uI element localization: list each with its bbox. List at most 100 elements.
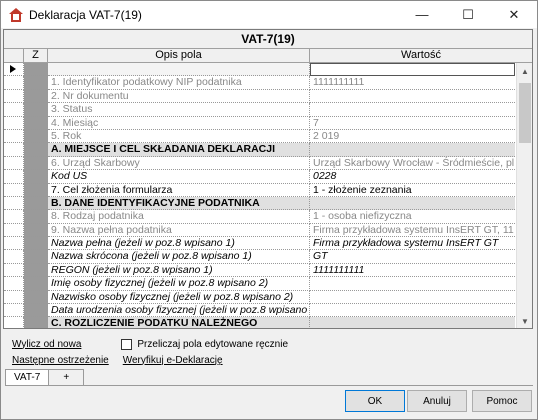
declaration-grid: VAT-7(19) Z Opis pola Wartość 1. Identyf… [3, 29, 533, 329]
table-row[interactable]: Kod US 0228 [4, 170, 515, 184]
description-cell [48, 63, 310, 77]
table-row[interactable]: REGON (jeżeli w poz.8 wpisano 1) 1111111… [4, 263, 515, 278]
z-column-header[interactable]: Z [24, 49, 48, 63]
z-cell [24, 317, 48, 328]
section-row[interactable]: C. ROZLICZENIE PODATKU NALEŻNEGO [4, 317, 515, 328]
close-button[interactable]: ✕ [491, 1, 537, 28]
table-row[interactable]: 4. Miesiąc 7 [4, 116, 515, 130]
description-cell: Imię osoby fizycznej (jeżeli w poz.8 wpi… [48, 277, 310, 291]
section-title: B. DANE IDENTYFIKACYJNE PODATNIKA [48, 196, 310, 211]
title-bar: Deklaracja VAT-7(19) — ☐ ✕ [1, 1, 537, 28]
section-row[interactable]: B. DANE IDENTYFIKACYJNE PODATNIKA [4, 196, 515, 211]
description-cell: 5. Rok [48, 129, 310, 144]
add-tab-button[interactable]: + [48, 369, 85, 385]
row-indicator [4, 183, 24, 197]
section-row[interactable]: A. MIEJSCE I CEL SKŁADANIA DEKLARACJI [4, 143, 515, 157]
value-cell[interactable] [310, 63, 515, 77]
next-warning-link[interactable]: Następne ostrzeżenie [12, 355, 109, 366]
z-cell [24, 89, 48, 104]
dialog-content: VAT-7(19) Z Opis pola Wartość 1. Identyf… [3, 29, 535, 415]
description-cell: Nazwisko osoby fizycznej (jeżeli w poz.8… [48, 290, 310, 305]
table-row[interactable]: Nazwa pełna (jeżeli w poz.8 wpisano 1) F… [4, 237, 515, 251]
table-row[interactable]: 3. Status [4, 103, 515, 117]
vertical-scrollbar[interactable]: ▲ ▼ [516, 63, 532, 328]
table-row[interactable]: 1. Identyfikator podatkowy NIP podatnika… [4, 76, 515, 90]
value-cell[interactable]: 1 - złożenie zeznania [310, 184, 515, 197]
table-row[interactable]: 6. Urząd Skarbowy Urząd Skarbowy Wrocław… [4, 156, 515, 171]
row-indicator [4, 210, 24, 224]
dialog-window: Deklaracja VAT-7(19) — ☐ ✕ VAT-7(19) Z O… [0, 0, 538, 420]
value-cell[interactable]: 0228 [310, 170, 515, 184]
row-indicator [4, 116, 24, 130]
value-cell[interactable]: Firma przykładowa systemu InsERT GT, 11 [310, 224, 515, 238]
scroll-up-arrow-icon[interactable]: ▲ [517, 63, 532, 79]
description-cell: 4. Miesiąc [48, 116, 310, 130]
row-indicator [4, 63, 24, 77]
table-row[interactable]: 2. Nr dokumentu [4, 89, 515, 104]
links-row-2: Następne ostrzeżenie Weryfikuj e-Deklara… [12, 353, 532, 367]
value-cell[interactable]: 7 [310, 117, 515, 130]
table-row[interactable]: 5. Rok 2 019 [4, 129, 515, 144]
current-row-arrow-icon [10, 65, 16, 73]
z-cell [24, 210, 48, 224]
table-row[interactable]: 8. Rodzaj podatnika 1 - osoba niefizyczn… [4, 210, 515, 224]
row-indicator [4, 143, 24, 157]
section-title: C. ROZLICZENIE PODATKU NALEŻNEGO [48, 317, 310, 328]
row-indicator [4, 250, 24, 264]
z-cell [24, 156, 48, 171]
table-row[interactable]: 7. Cel złożenia formularza 1 - złożenie … [4, 183, 515, 197]
z-cell [24, 223, 48, 238]
recalc-edited-checkbox[interactable] [121, 338, 133, 350]
value-cell[interactable] [310, 103, 515, 117]
row-indicator [4, 237, 24, 251]
table-row[interactable]: Nazwa skrócona (jeżeli w poz.8 wpisano 1… [4, 250, 515, 264]
minimize-button[interactable]: — [399, 1, 445, 28]
tab-vat7[interactable]: VAT-7 [5, 369, 50, 385]
table-row[interactable]: Imię osoby fizycznej (jeżeli w poz.8 wpi… [4, 277, 515, 291]
z-cell [24, 116, 48, 130]
recalculate-link[interactable]: Wylicz od nowa [12, 339, 81, 350]
row-indicator [4, 76, 24, 90]
description-cell: 7. Cel złożenia formularza [48, 183, 310, 197]
value-cell[interactable]: 1 - osoba niefizyczna [310, 210, 515, 224]
table-row[interactable]: 9. Nazwa pełna podatnika Firma przykłado… [4, 223, 515, 238]
cancel-button[interactable]: Anuluj [407, 390, 467, 412]
description-cell: 3. Status [48, 103, 310, 117]
value-cell[interactable]: 1111111111 [310, 264, 515, 278]
tab-divider [5, 385, 533, 386]
row-indicator [4, 170, 24, 184]
value-cell[interactable]: Firma przykładowa systemu InsERT GT [310, 237, 515, 251]
value-cell[interactable] [310, 277, 515, 291]
table-row[interactable] [4, 63, 515, 77]
value-cell[interactable] [310, 291, 515, 305]
table-row[interactable]: Nazwisko osoby fizycznej (jeżeli w poz.8… [4, 290, 515, 305]
window-title: Deklaracja VAT-7(19) [29, 7, 142, 22]
verify-edeclaration-link[interactable]: Weryfikuj e-Deklarację [123, 355, 223, 366]
row-indicator [4, 290, 24, 305]
scrollbar-thumb[interactable] [519, 83, 531, 143]
help-button[interactable]: Pomoc [472, 390, 532, 412]
value-cell[interactable]: 2 019 [310, 130, 515, 144]
ok-button[interactable]: OK [345, 390, 405, 412]
z-cell [24, 237, 48, 251]
z-cell [24, 129, 48, 144]
table-row[interactable]: Data urodzenia osoby fizycznej (jeżeli w… [4, 304, 515, 318]
grid-rows: 1. Identyfikator podatkowy NIP podatnika… [4, 63, 515, 328]
row-indicator [4, 263, 24, 278]
description-column-header[interactable]: Opis pola [48, 49, 310, 63]
z-cell [24, 304, 48, 318]
z-cell [24, 250, 48, 264]
value-cell[interactable] [310, 90, 515, 104]
maximize-button[interactable]: ☐ [445, 1, 491, 28]
value-cell[interactable] [310, 304, 515, 318]
value-column-header[interactable]: Wartość [310, 49, 532, 63]
row-indicator [4, 129, 24, 144]
value-cell[interactable]: Urząd Skarbowy Wrocław - Śródmieście, pl [310, 157, 515, 171]
recalc-edited-label[interactable]: Przeliczaj pola edytowane ręcznie [137, 339, 288, 350]
z-cell [24, 76, 48, 90]
scroll-down-arrow-icon[interactable]: ▼ [517, 313, 532, 328]
description-cell: Nazwa pełna (jeżeli w poz.8 wpisano 1) [48, 237, 310, 251]
value-cell[interactable]: 1111111111 [310, 76, 515, 90]
value-cell[interactable]: GT [310, 250, 515, 264]
description-cell: Data urodzenia osoby fizycznej (jeżeli w… [48, 304, 310, 318]
